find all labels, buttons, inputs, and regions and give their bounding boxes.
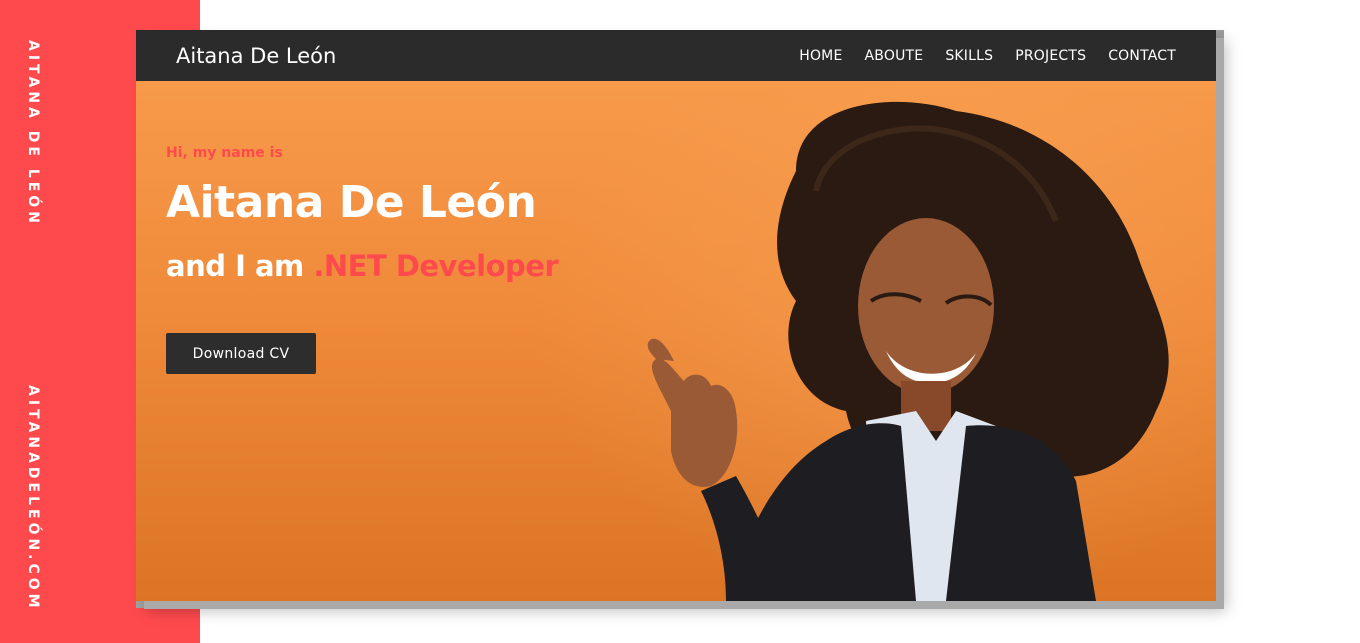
hero-name: Aitana De León <box>166 177 537 228</box>
nav-skills[interactable]: SKILLS <box>945 48 993 64</box>
download-cv-button[interactable]: Download CV <box>166 333 316 374</box>
nav-projects[interactable]: PROJECTS <box>1015 48 1086 64</box>
hero-role-prefix: and I am <box>166 249 314 283</box>
horizontal-scrollbar[interactable] <box>952 601 1224 608</box>
side-website-text: AITANADELEÓN.COM <box>25 385 41 612</box>
hero-section: Hi, my name is Aitana De León and I am .… <box>136 81 1216 601</box>
nav-home[interactable]: HOME <box>799 48 842 64</box>
portrait-image <box>496 81 1216 601</box>
main-nav: HOME ABOUTE SKILLS PROJECTS CONTACT <box>799 48 1176 64</box>
horizontal-scrollbar-thumb[interactable] <box>136 601 952 608</box>
navbar: Aitana De León HOME ABOUTE SKILLS PROJEC… <box>136 30 1216 81</box>
nav-about[interactable]: ABOUTE <box>865 48 924 64</box>
website-preview: Aitana De León HOME ABOUTE SKILLS PROJEC… <box>136 30 1216 601</box>
vertical-scrollbar-thumb[interactable] <box>1216 30 1224 123</box>
brand-logo[interactable]: Aitana De León <box>176 44 336 68</box>
side-name-text: AITANA DE LEÓN <box>25 40 41 227</box>
hero-greeting: Hi, my name is <box>166 145 283 161</box>
nav-contact[interactable]: CONTACT <box>1108 48 1176 64</box>
